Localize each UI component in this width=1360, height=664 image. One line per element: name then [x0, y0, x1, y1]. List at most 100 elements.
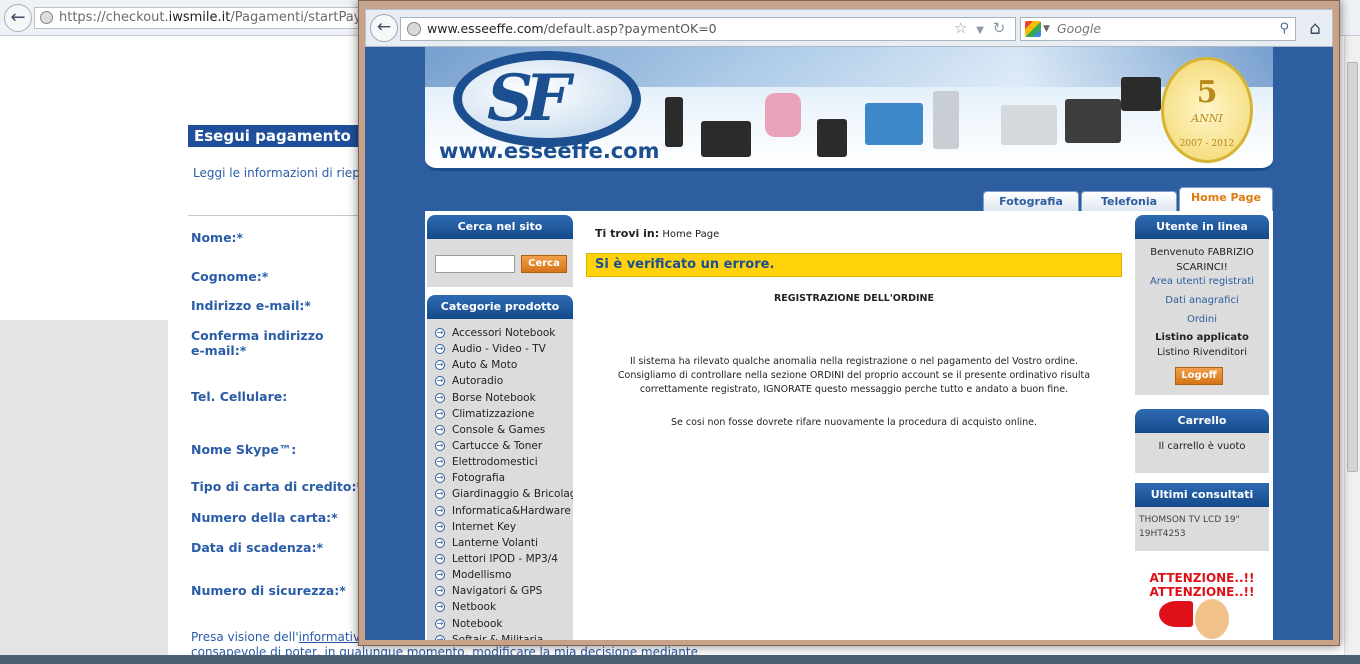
category-label: Fotografia: [452, 472, 506, 485]
category-item[interactable]: → Netbook: [427, 599, 573, 615]
label-card-type: Tipo di carta di credito:*: [191, 479, 364, 494]
category-item[interactable]: → Lanterne Volanti: [427, 535, 573, 551]
bullet-arrow-icon: →: [435, 408, 445, 419]
message-line-3: correttamente registrato, IGNORATE quest…: [639, 384, 1069, 395]
category-label: Notebook: [452, 617, 503, 630]
breadcrumb-current[interactable]: Home Page: [662, 229, 719, 240]
category-label: Console & Games: [452, 423, 546, 436]
category-item[interactable]: → Informatica&Hardware: [427, 503, 573, 519]
category-label: Modellismo: [452, 569, 512, 582]
category-item[interactable]: → Fotografia: [427, 470, 573, 486]
registered-area-link[interactable]: Area utenti registrati: [1135, 274, 1269, 289]
personal-data-link[interactable]: Dati anagrafici: [1135, 293, 1269, 308]
category-label: Giardinaggio & Bricolage: [452, 488, 573, 501]
category-item[interactable]: → Giardinaggio & Bricolage: [427, 486, 573, 502]
category-label: Cartucce & Toner: [452, 439, 543, 452]
category-item[interactable]: → Audio - Video - TV: [427, 341, 573, 357]
category-label: Autoradio: [452, 375, 504, 388]
url-domain: iwsmile.it: [168, 10, 231, 25]
price-list-label: Listino applicato: [1155, 332, 1249, 343]
search-placeholder: Google: [1057, 21, 1102, 36]
category-label: Borse Notebook: [452, 391, 536, 404]
phone-toy-image: [765, 93, 801, 137]
category-label: Netbook: [452, 601, 497, 614]
url-bar-actions: ☆ ▼ ↻: [954, 16, 1014, 40]
recent-item-line-1[interactable]: THOMSON TV LCD 19": [1135, 513, 1269, 528]
site-search-input[interactable]: [435, 255, 515, 273]
label-confirm-email-2: e-mail:*: [191, 343, 247, 358]
reload-icon[interactable]: ↻: [993, 19, 1006, 37]
label-expiry: Data di scadenza:*: [191, 540, 324, 555]
url-scheme: https://checkout.: [59, 10, 169, 25]
background-url-bar[interactable]: https://checkout.iwsmile.it/Pagamenti/st…: [34, 7, 374, 29]
label-confirm-email-1: Conferma indirizzo: [191, 328, 324, 343]
tab-home-page[interactable]: Home Page: [1179, 187, 1273, 211]
left-sidebar: Cerca nel sito Cerca Categorie prodotto …: [427, 215, 573, 640]
price-list-value: Listino Rivenditori: [1156, 347, 1248, 358]
alert-line-1: ATTENZIONE..!!: [1149, 571, 1255, 585]
search-icon[interactable]: ⚲: [1279, 18, 1289, 40]
page-content: Cerca nel sito Cerca Categorie prodotto …: [425, 211, 1273, 640]
consent-line-1: Presa visione dell': [191, 630, 299, 644]
home-icon[interactable]: ⌂: [1302, 16, 1328, 42]
banner-site-name: www.esseeffe.com: [439, 139, 660, 163]
recent-item-line-2[interactable]: 19HT4253: [1135, 527, 1269, 542]
browser-toolbar: ← www.esseeffe.com/default.asp?paymentOK…: [365, 9, 1333, 47]
site-banner[interactable]: SF www.esseeffe.com 5 ANNI 2007 - 2012: [425, 47, 1273, 171]
label-nome: Nome:*: [191, 230, 244, 245]
star-icon[interactable]: ☆: [954, 19, 967, 37]
user-box-title: Utente in linea: [1135, 215, 1269, 239]
cart-status: Il carrello è vuoto: [1158, 441, 1246, 452]
category-item[interactable]: → Cartucce & Toner: [427, 438, 573, 454]
logoff-button[interactable]: Logoff: [1175, 367, 1223, 385]
orders-link[interactable]: Ordini: [1135, 312, 1269, 327]
bullet-arrow-icon: →: [435, 618, 445, 629]
bullet-arrow-icon: →: [435, 457, 445, 468]
category-item[interactable]: → Notebook: [427, 616, 573, 632]
bullet-arrow-icon: →: [435, 586, 445, 597]
category-item[interactable]: → Console & Games: [427, 422, 573, 438]
label-email: Indirizzo e-mail:*: [191, 298, 311, 313]
retry-message: Se cosi non fosse dovrete rifare nuovame…: [670, 417, 1038, 428]
category-item[interactable]: → Auto & Moto: [427, 357, 573, 373]
back-arrow-icon[interactable]: ←: [4, 4, 32, 32]
search-engine-box[interactable]: ▼ Google ⚲: [1020, 17, 1296, 41]
category-label: Elettrodomestici: [452, 456, 538, 469]
category-item[interactable]: → Internet Key: [427, 519, 573, 535]
category-label: Informatica&Hardware: [452, 504, 571, 517]
tab-telefonia[interactable]: Telefonia: [1081, 191, 1177, 211]
category-item[interactable]: → Elettrodomestici: [427, 454, 573, 470]
payment-form-title: Esegui pagamento: [188, 125, 363, 147]
url-path: /default.asp?paymentOK=0: [543, 21, 717, 36]
category-item[interactable]: → Accessori Notebook: [427, 325, 573, 341]
bullet-arrow-icon: →: [435, 344, 445, 355]
label-cellulare: Tel. Cellulare:: [191, 389, 288, 404]
category-item[interactable]: → Autoradio: [427, 373, 573, 389]
order-registration-title: REGISTRAZIONE DELL'ORDINE: [773, 293, 934, 304]
category-item[interactable]: → Modellismo: [427, 567, 573, 583]
web-page: SF www.esseeffe.com 5 ANNI 2007 - 2012 F…: [365, 47, 1333, 640]
breadcrumb-label: Ti trovi in:: [595, 227, 660, 240]
category-item[interactable]: → Lettori IPOD - MP3/4: [427, 551, 573, 567]
printer-image: [1001, 105, 1057, 145]
background-scrollbar[interactable]: [1344, 36, 1360, 664]
tab-fotografia[interactable]: Fotografia: [983, 191, 1079, 211]
dropdown-arrow-icon[interactable]: ▼: [976, 25, 984, 36]
bullet-arrow-icon: →: [435, 440, 445, 451]
url-path: /Pagamenti/startPayment.do: [230, 10, 373, 25]
bullet-arrow-icon: →: [435, 537, 445, 548]
back-arrow-icon[interactable]: ←: [370, 14, 398, 42]
category-item[interactable]: → Borse Notebook: [427, 390, 573, 406]
url-bar[interactable]: www.esseeffe.com/default.asp?paymentOK=0: [400, 17, 1016, 41]
category-item[interactable]: → Climatizzazione: [427, 406, 573, 422]
bullet-arrow-icon: →: [435, 505, 445, 516]
category-label: Internet Key: [452, 520, 517, 533]
category-item[interactable]: → Softair & Militaria: [427, 632, 573, 640]
category-item[interactable]: → Navigatori & GPS: [427, 583, 573, 599]
foreground-browser-window: ← www.esseeffe.com/default.asp?paymentOK…: [358, 0, 1340, 646]
category-label: Navigatori & GPS: [452, 585, 543, 598]
engine-dropdown-icon[interactable]: ▼: [1043, 18, 1050, 40]
scrollbar-thumb[interactable]: [1347, 62, 1358, 472]
search-button[interactable]: Cerca: [521, 255, 567, 273]
window-titlebar[interactable]: [359, 1, 1339, 9]
